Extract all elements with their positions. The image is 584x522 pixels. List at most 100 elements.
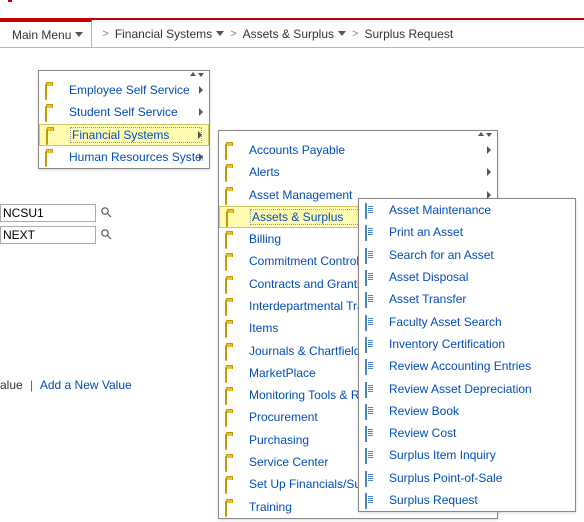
crumb-label: Surplus Request (364, 27, 453, 41)
menu-item-label: Financial Systems (70, 127, 202, 143)
folder-icon (45, 106, 59, 118)
search-block (0, 204, 112, 248)
menu-item[interactable]: Review Accounting Entries (359, 355, 575, 377)
menu-item-label: Asset Transfer (389, 292, 569, 306)
menu-item-label: Asset Disposal (389, 270, 569, 284)
menu-item-label: Student Self Service (69, 105, 203, 119)
link-separator: | (26, 378, 37, 392)
menu-item[interactable]: Student Self Service (39, 101, 209, 123)
breadcrumb-separator: > (352, 28, 358, 40)
menu-item[interactable]: Human Resources Systems (39, 146, 209, 168)
folder-icon (225, 456, 239, 468)
document-icon (365, 494, 379, 506)
menu-sort-controls[interactable] (39, 71, 209, 79)
folder-icon (225, 367, 239, 379)
chevron-right-icon (487, 168, 491, 176)
menu-item[interactable]: Search for an Asset (359, 244, 575, 266)
menu-item[interactable]: Review Cost (359, 422, 575, 444)
search-input-2[interactable] (0, 226, 96, 244)
document-icon (365, 449, 379, 461)
link-row: alue | Add a New Value (0, 378, 132, 392)
menu-item-label: Faculty Asset Search (389, 315, 569, 329)
sort-desc-icon (486, 133, 492, 137)
document-icon (365, 472, 379, 484)
sort-desc-icon (198, 73, 204, 77)
breadcrumb-separator: > (230, 28, 236, 40)
link-partial: alue (0, 378, 23, 392)
search-icon[interactable] (100, 228, 112, 243)
chevron-right-icon (199, 108, 203, 116)
menu-item[interactable]: Asset Transfer (359, 288, 575, 310)
folder-icon (225, 345, 239, 357)
menu-item[interactable]: Review Asset Depreciation (359, 377, 575, 399)
chevron-right-icon (199, 86, 203, 94)
menu-item[interactable]: Surplus Request (359, 489, 575, 511)
folder-icon (225, 144, 239, 156)
menu-item[interactable]: Asset Disposal (359, 266, 575, 288)
menu-item-label: Review Accounting Entries (389, 359, 569, 373)
folder-icon (46, 129, 60, 141)
menu-item[interactable]: Faculty Asset Search (359, 310, 575, 332)
menu-item-label: Asset Maintenance (389, 203, 569, 217)
crumb-label: Financial Systems (115, 27, 212, 41)
top-accent-bar (0, 0, 584, 20)
document-icon (365, 383, 379, 395)
menu-sort-controls[interactable] (219, 131, 497, 139)
folder-icon (225, 434, 239, 446)
chevron-down-icon (216, 31, 224, 36)
document-icon (365, 360, 379, 372)
menu-item[interactable]: Asset Maintenance (359, 199, 575, 221)
document-icon (365, 204, 379, 216)
chevron-right-icon (487, 146, 491, 154)
menu-item[interactable]: Employee Self Service (39, 79, 209, 101)
crumb-financial-systems[interactable]: Financial Systems (115, 27, 224, 41)
menu-item[interactable]: Accounts Payable (219, 139, 497, 161)
menu-item-label: Inventory Certification (389, 337, 569, 351)
folder-icon (225, 300, 239, 312)
folder-icon (226, 211, 240, 223)
menu-item-label: Review Book (389, 404, 569, 418)
folder-icon (225, 233, 239, 245)
page-body: alue | Add a New Value Employee Self Ser… (0, 48, 584, 522)
chevron-down-icon (338, 31, 346, 36)
menu-item[interactable]: Surplus Item Inquiry (359, 444, 575, 466)
menu-item[interactable]: Financial Systems (39, 124, 209, 146)
chevron-right-icon (198, 131, 202, 139)
assets-surplus-submenu: Asset Maintenance Print an Asset Search fo… (358, 198, 576, 512)
sort-asc-icon (190, 72, 196, 76)
document-icon (365, 293, 379, 305)
menu-item[interactable]: Surplus Point-of-Sale (359, 467, 575, 489)
add-new-value-link[interactable]: Add a New Value (40, 378, 132, 392)
main-menu-dropdown[interactable]: Main Menu (0, 20, 92, 48)
document-icon (365, 338, 379, 350)
document-icon (365, 405, 379, 417)
menu-item-label: Surplus Point-of-Sale (389, 471, 569, 485)
folder-icon (45, 84, 59, 96)
chevron-down-icon (75, 32, 83, 37)
folder-icon (225, 255, 239, 267)
folder-icon (225, 389, 239, 401)
folder-icon (225, 411, 239, 423)
folder-icon (225, 278, 239, 290)
crumb-label: Assets & Surplus (243, 27, 334, 41)
folder-icon (225, 189, 239, 201)
search-icon[interactable] (100, 206, 112, 221)
folder-icon (45, 151, 59, 163)
sort-asc-icon (478, 132, 484, 136)
menu-item-label: Surplus Request (389, 493, 569, 507)
folder-icon (225, 501, 239, 513)
document-icon (365, 316, 379, 328)
folder-icon (225, 478, 239, 490)
menu-item[interactable]: Review Book (359, 400, 575, 422)
menu-item-label: Accounts Payable (249, 143, 491, 157)
menu-item-label: Employee Self Service (69, 83, 203, 97)
menu-item[interactable]: Print an Asset (359, 221, 575, 243)
main-menu-label: Main Menu (12, 28, 71, 42)
folder-icon (225, 322, 239, 334)
menu-item[interactable]: Alerts (219, 161, 497, 183)
crumb-assets-surplus[interactable]: Assets & Surplus (243, 27, 346, 41)
search-input-1[interactable] (0, 204, 96, 222)
menu-item[interactable]: Inventory Certification (359, 333, 575, 355)
main-menu-panel: Employee Self Service Student Self Servic… (38, 70, 210, 169)
menu-item-label: Print an Asset (389, 225, 569, 239)
